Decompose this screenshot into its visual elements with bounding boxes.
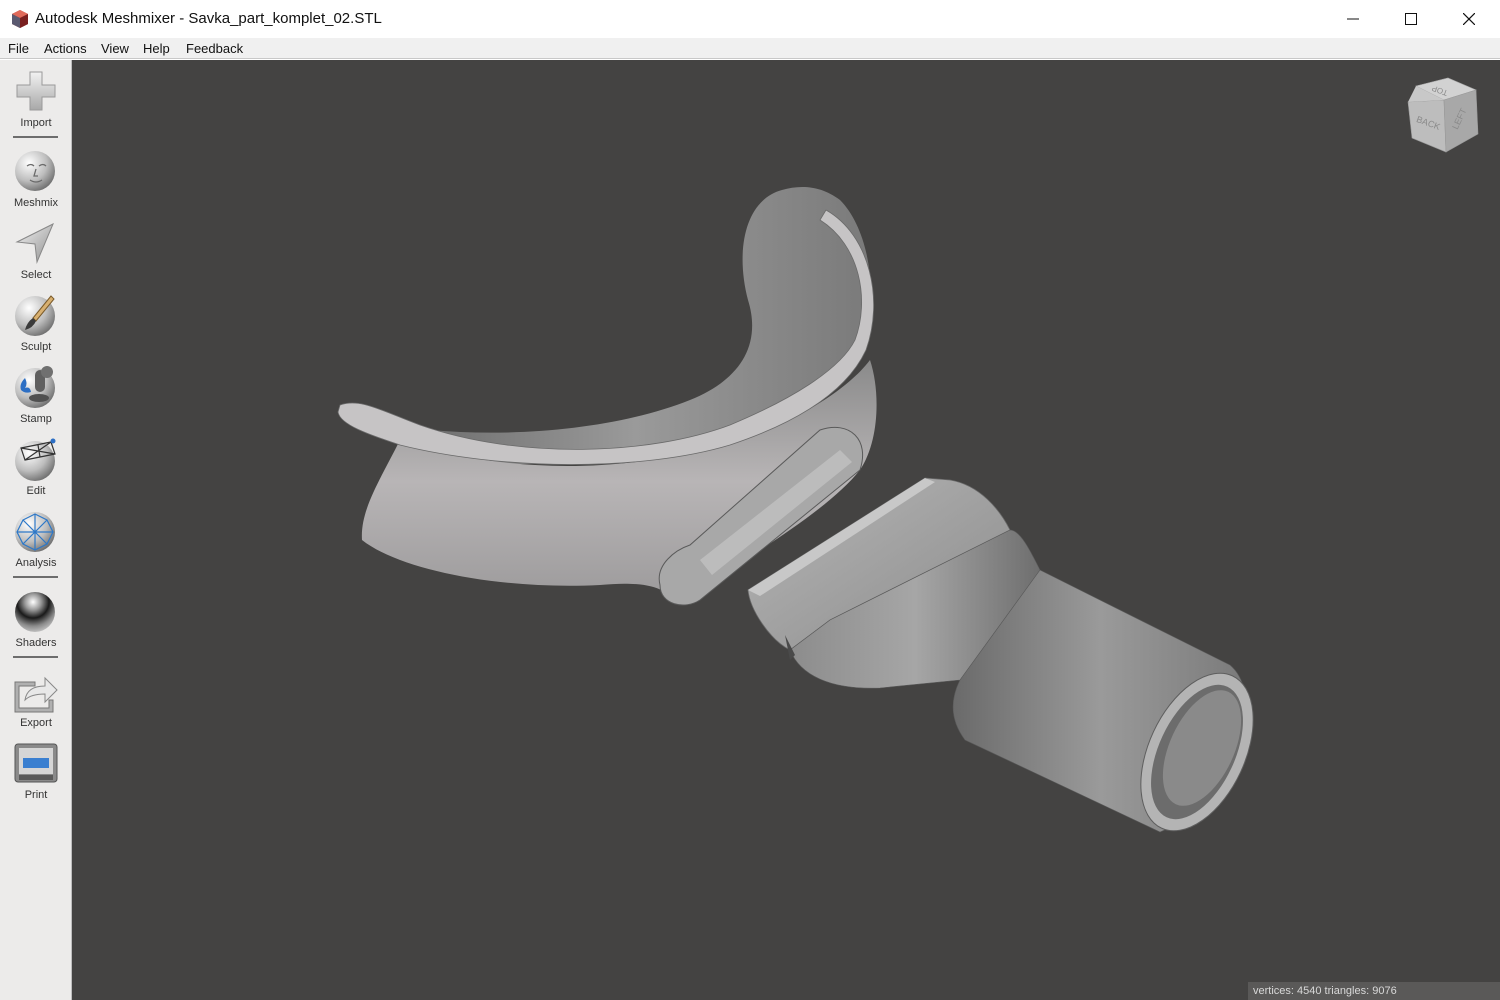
plus-icon (16, 71, 56, 111)
close-icon (1463, 13, 1475, 25)
select-tool[interactable]: Select (0, 220, 72, 290)
maximize-button[interactable] (1382, 0, 1440, 38)
brush-sphere-icon (15, 295, 55, 336)
print-tool[interactable]: Print (0, 742, 72, 812)
chrome-sphere-icon (15, 592, 55, 632)
shaders-label: Shaders (15, 637, 57, 649)
shaders-tool[interactable]: Shaders (0, 588, 72, 658)
import-label: Import (20, 117, 52, 129)
window-title: Autodesk Meshmixer - Savka_part_komplet_… (35, 10, 382, 27)
view-cube[interactable]: TOP BACK LEFT (1404, 76, 1484, 158)
mesh-scene (337, 187, 1254, 833)
analysis-label: Analysis (15, 557, 57, 569)
close-button[interactable] (1440, 0, 1498, 38)
export-arrow-icon (14, 676, 58, 713)
nozzle-mesh-part (747, 477, 1254, 833)
toolbar-divider (13, 136, 58, 138)
import-tool[interactable]: Import (0, 68, 72, 138)
select-label: Select (20, 269, 52, 281)
analysis-tool[interactable]: Analysis (0, 508, 72, 578)
meshmixer-logo-icon (12, 10, 28, 28)
menu-file[interactable]: File (8, 41, 29, 56)
minimize-icon (1347, 18, 1359, 20)
arrow-cursor-icon (15, 222, 54, 264)
minimize-button[interactable] (1324, 0, 1382, 38)
maximize-icon (1405, 13, 1417, 25)
edit-label: Edit (26, 485, 46, 497)
edit-tool[interactable]: Edit (0, 436, 72, 506)
mesh-stats-readout: vertices: 4540 triangles: 9076 (1248, 982, 1500, 1000)
wireframe-sphere-icon (15, 438, 56, 481)
title-bar: Autodesk Meshmixer - Savka_part_komplet_… (0, 0, 1500, 38)
menu-feedback[interactable]: Feedback (186, 41, 243, 56)
sculpt-label: Sculpt (20, 341, 52, 353)
menu-bar: File Actions View Help Feedback (0, 38, 1500, 59)
export-label: Export (20, 717, 52, 729)
stamp-sphere-icon (15, 366, 55, 408)
printer-icon (14, 743, 58, 783)
meshmix-tool[interactable]: Meshmix (0, 148, 72, 218)
curved-mesh-part (337, 187, 877, 606)
face-sphere-icon (15, 151, 55, 191)
stamp-label: Stamp (20, 413, 52, 425)
network-sphere-icon (15, 512, 55, 552)
toolbar-divider (13, 576, 58, 578)
meshmix-label: Meshmix (13, 197, 58, 209)
menu-help[interactable]: Help (143, 41, 170, 56)
print-label: Print (24, 789, 48, 801)
export-tool[interactable]: Export (0, 670, 72, 740)
menu-view[interactable]: View (101, 41, 129, 56)
3d-viewport[interactable]: TOP BACK LEFT (72, 60, 1500, 1000)
sculpt-tool[interactable]: Sculpt (0, 292, 72, 362)
tool-sidebar: Import Meshmix Select Sculpt Stamp Edit … (0, 60, 72, 1000)
stamp-tool[interactable]: Stamp (0, 364, 72, 434)
menu-actions[interactable]: Actions (44, 41, 87, 56)
toolbar-divider (13, 656, 58, 658)
